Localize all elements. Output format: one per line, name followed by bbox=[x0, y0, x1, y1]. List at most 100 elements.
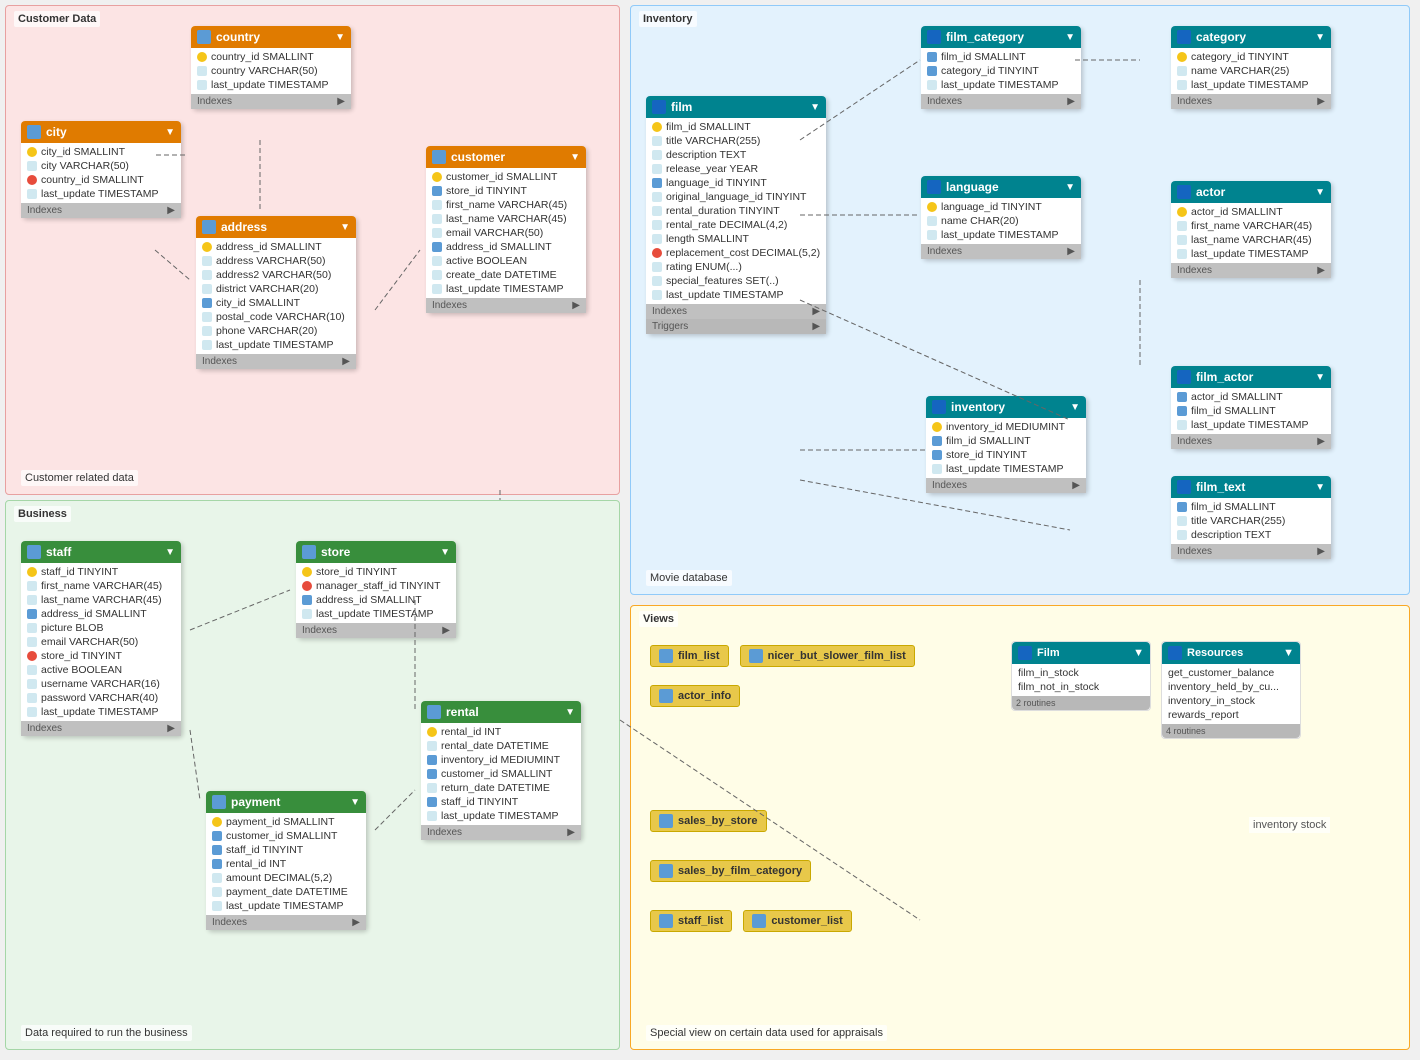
routine-film-footer: 2 routines bbox=[1012, 696, 1150, 710]
customer-list-icon bbox=[752, 914, 766, 928]
entity-category: category ▼ category_id TINYINT name VARC… bbox=[1171, 26, 1331, 109]
category-footer[interactable]: Indexes▶ bbox=[1171, 94, 1331, 109]
film-category-footer[interactable]: Indexes▶ bbox=[921, 94, 1081, 109]
routine-resources-name: Resources bbox=[1187, 647, 1243, 659]
nicer-film-list-label: nicer_but_slower_film_list bbox=[768, 650, 906, 662]
address-footer[interactable]: Indexes▶ bbox=[196, 354, 356, 369]
actor-name: actor bbox=[1196, 185, 1225, 199]
entity-staff: staff ▼ staff_id TINYINT first_name VARC… bbox=[21, 541, 181, 736]
actor-footer[interactable]: Indexes▶ bbox=[1171, 263, 1331, 278]
views-section-sublabel: Special view on certain data used for ap… bbox=[646, 1025, 887, 1041]
inventory-name: inventory bbox=[951, 400, 1005, 414]
business-section: Business Data required to run the busine… bbox=[5, 500, 620, 1050]
country-name: country bbox=[216, 30, 260, 44]
entity-language: language ▼ language_id TINYINT name CHAR… bbox=[921, 176, 1081, 259]
entity-film-header: film ▼ bbox=[646, 96, 826, 118]
view-sales-by-film-category[interactable]: sales_by_film_category bbox=[650, 860, 811, 882]
entity-film-text-header: film_text ▼ bbox=[1171, 476, 1331, 498]
payment-name: payment bbox=[231, 795, 280, 809]
customer-list-label: customer_list bbox=[771, 915, 843, 927]
actor-info-label: actor_info bbox=[678, 690, 731, 702]
inventory-fields: inventory_id MEDIUMINT film_id SMALLINT … bbox=[926, 418, 1086, 478]
view-customer-list[interactable]: customer_list bbox=[743, 910, 852, 932]
routine-inventory-held: inventory_held_by_cu... bbox=[1166, 680, 1296, 694]
routine-film-in-stock: film_in_stock bbox=[1016, 666, 1146, 680]
routine-rewards-report: rewards_report bbox=[1166, 708, 1296, 722]
views-row-4: sales_by_film_category bbox=[646, 856, 815, 886]
routine-film-box: Film ▼ film_in_stock film_not_in_stock 2… bbox=[1011, 641, 1151, 711]
entity-rental: rental ▼ rental_id INT rental_date DATET… bbox=[421, 701, 581, 840]
routine-resources-box: Resources ▼ get_customer_balance invento… bbox=[1161, 641, 1301, 739]
film-category-name: film_category bbox=[946, 30, 1024, 44]
view-actor-info[interactable]: actor_info bbox=[650, 685, 740, 707]
entity-city-header: city ▼ bbox=[21, 121, 181, 143]
view-nicer-film-list[interactable]: nicer_but_slower_film_list bbox=[740, 645, 915, 667]
entity-film-actor: film_actor ▼ actor_id SMALLINT film_id S… bbox=[1171, 366, 1331, 449]
film-actor-name: film_actor bbox=[1196, 370, 1253, 384]
film-footer-indexes[interactable]: Indexes▶ bbox=[646, 304, 826, 319]
rental-footer[interactable]: Indexes▶ bbox=[421, 825, 581, 840]
entity-actor: actor ▼ actor_id SMALLINT first_name VAR… bbox=[1171, 181, 1331, 278]
views-section-title: Views bbox=[639, 611, 678, 627]
country-icon bbox=[197, 30, 211, 44]
staff-fields: staff_id TINYINT first_name VARCHAR(45) … bbox=[21, 563, 181, 721]
rental-name: rental bbox=[446, 705, 479, 719]
entity-rental-header: rental ▼ bbox=[421, 701, 581, 723]
business-section-title: Business bbox=[14, 506, 71, 522]
views-row-2: actor_info bbox=[646, 681, 744, 711]
payment-footer[interactable]: Indexes▶ bbox=[206, 915, 366, 930]
store-name: store bbox=[321, 545, 350, 559]
views-row-5: staff_list customer_list bbox=[646, 906, 856, 936]
category-name: category bbox=[1196, 30, 1246, 44]
address-name: address bbox=[221, 220, 267, 234]
view-film-list[interactable]: film_list bbox=[650, 645, 729, 667]
address-fields: address_id SMALLINT address VARCHAR(50) … bbox=[196, 238, 356, 354]
inventory-footer[interactable]: Indexes▶ bbox=[926, 478, 1086, 493]
entity-customer: customer ▼ customer_id SMALLINT store_id… bbox=[426, 146, 586, 313]
country-footer[interactable]: Indexes▶ bbox=[191, 94, 351, 109]
film-list-label: film_list bbox=[678, 650, 720, 662]
country-arrow[interactable]: ▼ bbox=[335, 32, 345, 43]
view-staff-list[interactable]: staff_list bbox=[650, 910, 732, 932]
sales-by-film-category-icon bbox=[659, 864, 673, 878]
routine-get-customer-balance: get_customer_balance bbox=[1166, 666, 1296, 680]
entity-staff-header: staff ▼ bbox=[21, 541, 181, 563]
customer-fields: customer_id SMALLINT store_id TINYINT fi… bbox=[426, 168, 586, 298]
view-sales-by-store[interactable]: sales_by_store bbox=[650, 810, 767, 832]
customer-data-section: Customer Data Customer related data coun… bbox=[5, 5, 620, 495]
views-row-1: film_list nicer_but_slower_film_list bbox=[646, 641, 919, 671]
rental-fields: rental_id INT rental_date DATETIME inven… bbox=[421, 723, 581, 825]
inventory-stock-label: inventory stock bbox=[1249, 817, 1330, 833]
staff-footer[interactable]: Indexes▶ bbox=[21, 721, 181, 736]
entity-film-text: film_text ▼ film_id SMALLINT title VARCH… bbox=[1171, 476, 1331, 559]
routine-resources-footer: 4 routines bbox=[1162, 724, 1300, 738]
entity-payment-header: payment ▼ bbox=[206, 791, 366, 813]
city-footer[interactable]: Indexes▶ bbox=[21, 203, 181, 218]
category-fields: category_id TINYINT name VARCHAR(25) las… bbox=[1171, 48, 1331, 94]
views-row-3: sales_by_store bbox=[646, 806, 771, 836]
customer-footer[interactable]: Indexes▶ bbox=[426, 298, 586, 313]
entity-country: country ▼ country_id SMALLINT country VA… bbox=[191, 26, 351, 109]
film-fields: film_id SMALLINT title VARCHAR(255) desc… bbox=[646, 118, 826, 304]
entity-address: address ▼ address_id SMALLINT address VA… bbox=[196, 216, 356, 369]
film-text-footer[interactable]: Indexes▶ bbox=[1171, 544, 1331, 559]
film-text-fields: film_id SMALLINT title VARCHAR(255) desc… bbox=[1171, 498, 1331, 544]
city-name: city bbox=[46, 125, 67, 139]
entity-customer-header: customer ▼ bbox=[426, 146, 586, 168]
entity-actor-header: actor ▼ bbox=[1171, 181, 1331, 203]
customer-name: customer bbox=[451, 150, 505, 164]
film-category-fields: film_id SMALLINT category_id TINYINT las… bbox=[921, 48, 1081, 94]
business-section-sublabel: Data required to run the business bbox=[21, 1025, 192, 1041]
language-footer[interactable]: Indexes▶ bbox=[921, 244, 1081, 259]
store-footer[interactable]: Indexes▶ bbox=[296, 623, 456, 638]
entity-address-header: address ▼ bbox=[196, 216, 356, 238]
language-fields: language_id TINYINT name CHAR(20) last_u… bbox=[921, 198, 1081, 244]
inventory-section-title: Inventory bbox=[639, 11, 697, 27]
sales-by-store-label: sales_by_store bbox=[678, 815, 758, 827]
customer-section-title: Customer Data bbox=[14, 11, 100, 27]
entity-film: film ▼ film_id SMALLINT title VARCHAR(25… bbox=[646, 96, 826, 334]
entity-store: store ▼ store_id TINYINT manager_staff_i… bbox=[296, 541, 456, 638]
film-actor-footer[interactable]: Indexes▶ bbox=[1171, 434, 1331, 449]
film-footer-triggers[interactable]: Triggers▶ bbox=[646, 319, 826, 334]
routine-resources-count: 4 routines bbox=[1166, 726, 1206, 736]
